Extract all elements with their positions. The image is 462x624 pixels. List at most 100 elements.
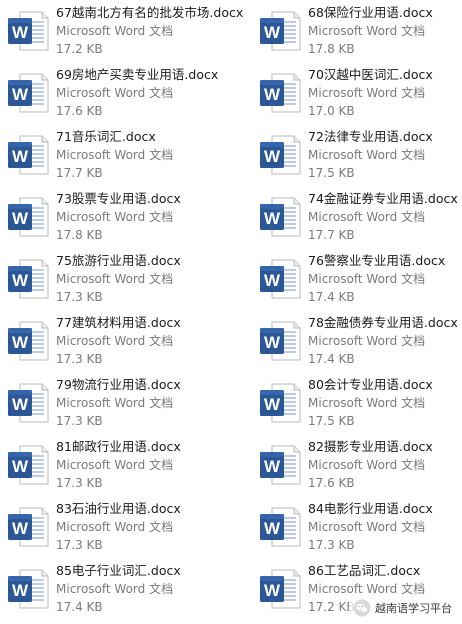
word-document-icon: W — [8, 197, 49, 237]
file-item[interactable]: W 74金融证券专业用语.docx Microsoft Word 文档 17.7… — [252, 186, 462, 248]
word-document-icon: W — [8, 569, 49, 609]
file-name: 80会计专业用语.docx — [308, 377, 433, 392]
file-type: Microsoft Word 文档 — [308, 148, 426, 162]
file-item[interactable]: W 71音乐词汇.docx Microsoft Word 文档 17.7 KB — [0, 124, 252, 186]
file-item[interactable]: W 69房地产买卖专业用语.docx Microsoft Word 文档 17.… — [0, 62, 252, 124]
file-name: 85电子行业词汇.docx — [56, 563, 181, 578]
file-type: Microsoft Word 文档 — [56, 24, 174, 38]
file-type: Microsoft Word 文档 — [56, 396, 174, 410]
file-type: Microsoft Word 文档 — [308, 396, 426, 410]
file-details: 85电子行业词汇.docx Microsoft Word 文档 17.4 KB — [56, 562, 252, 616]
word-document-icon: W — [8, 321, 49, 361]
file-item[interactable]: W 67越南北方有名的批发市场.docx Microsoft Word 文档 1… — [0, 0, 252, 62]
file-item[interactable]: W 73股票专业用语.docx Microsoft Word 文档 17.8 K… — [0, 186, 252, 248]
file-item[interactable]: W 75旅游行业用语.docx Microsoft Word 文档 17.3 K… — [0, 248, 252, 310]
watermark-text: 越南语学习平台 — [375, 602, 452, 615]
svg-text:W: W — [12, 271, 29, 290]
svg-text:W: W — [12, 85, 29, 104]
file-name: 78金融债券专业用语.docx — [308, 315, 458, 330]
file-size: 17.5 KB — [308, 166, 355, 180]
file-size: 17.6 KB — [56, 104, 103, 118]
word-document-icon: W — [260, 383, 301, 423]
file-name: 73股票专业用语.docx — [56, 191, 181, 206]
file-item[interactable]: W 77建筑材料用语.docx Microsoft Word 文档 17.3 K… — [0, 310, 252, 372]
file-details: 68保险行业用语.docx Microsoft Word 文档 17.8 KB — [308, 4, 462, 58]
word-document-icon: W — [8, 11, 49, 51]
file-details: 79物流行业用语.docx Microsoft Word 文档 17.3 KB — [56, 376, 252, 430]
svg-text:W: W — [264, 271, 281, 290]
word-document-icon: W — [260, 569, 301, 609]
svg-text:W: W — [264, 209, 281, 228]
word-document-icon: W — [260, 445, 301, 485]
file-details: 77建筑材料用语.docx Microsoft Word 文档 17.3 KB — [56, 314, 252, 368]
svg-text:W: W — [12, 209, 29, 228]
file-details: 80会计专业用语.docx Microsoft Word 文档 17.5 KB — [308, 376, 462, 430]
word-document-icon: W — [8, 259, 49, 299]
file-name: 86工艺品词汇.docx — [308, 563, 421, 578]
word-document-icon: W — [8, 445, 49, 485]
svg-text:W: W — [12, 581, 29, 600]
file-type: Microsoft Word 文档 — [56, 520, 174, 534]
word-document-icon: W — [8, 73, 49, 113]
file-size: 17.3 KB — [56, 290, 103, 304]
file-details: 71音乐词汇.docx Microsoft Word 文档 17.7 KB — [56, 128, 252, 182]
svg-text:W: W — [12, 519, 29, 538]
file-item[interactable]: W 70汉越中医词汇.docx Microsoft Word 文档 17.0 K… — [252, 62, 462, 124]
file-name: 69房地产买卖专业用语.docx — [56, 67, 219, 82]
file-name: 74金融证券专业用语.docx — [308, 191, 458, 206]
file-type: Microsoft Word 文档 — [308, 210, 426, 224]
file-details: 74金融证券专业用语.docx Microsoft Word 文档 17.7 K… — [308, 190, 462, 244]
file-item[interactable]: W 85电子行业词汇.docx Microsoft Word 文档 17.4 K… — [0, 558, 252, 620]
file-type: Microsoft Word 文档 — [56, 582, 174, 596]
file-size: 17.5 KB — [308, 414, 355, 428]
file-size: 17.4 KB — [308, 290, 355, 304]
file-details: 67越南北方有名的批发市场.docx Microsoft Word 文档 17.… — [56, 4, 252, 58]
svg-text:W: W — [12, 23, 29, 42]
word-document-icon: W — [8, 507, 49, 547]
file-item[interactable]: W 79物流行业用语.docx Microsoft Word 文档 17.3 K… — [0, 372, 252, 434]
wechat-logo-icon — [353, 599, 371, 617]
file-details: 84电影行业用语.docx Microsoft Word 文档 17.3 KB — [308, 500, 462, 554]
svg-text:W: W — [12, 457, 29, 476]
file-details: 83石油行业用语.docx Microsoft Word 文档 17.3 KB — [56, 500, 252, 554]
file-name: 70汉越中医词汇.docx — [308, 67, 433, 82]
file-type: Microsoft Word 文档 — [308, 458, 426, 472]
file-size: 17.7 KB — [308, 228, 355, 242]
file-size: 17.7 KB — [56, 166, 103, 180]
file-item[interactable]: W 82摄影专业用语.docx Microsoft Word 文档 17.6 K… — [252, 434, 462, 496]
file-size: 17.3 KB — [56, 352, 103, 366]
file-name: 71音乐词汇.docx — [56, 129, 156, 144]
file-item[interactable]: W 78金融债券专业用语.docx Microsoft Word 文档 17.4… — [252, 310, 462, 372]
word-document-icon: W — [260, 321, 301, 361]
file-item[interactable]: W 81邮政行业用语.docx Microsoft Word 文档 17.3 K… — [0, 434, 252, 496]
file-item[interactable]: W 72法律专业用语.docx Microsoft Word 文档 17.5 K… — [252, 124, 462, 186]
file-size: 17.8 KB — [308, 42, 355, 56]
file-item[interactable]: W 76警察业专业用语.docx Microsoft Word 文档 17.4 … — [252, 248, 462, 310]
file-type: Microsoft Word 文档 — [308, 86, 426, 100]
svg-text:W: W — [264, 457, 281, 476]
svg-text:W: W — [264, 395, 281, 414]
file-name: 76警察业专业用语.docx — [308, 253, 446, 268]
file-details: 73股票专业用语.docx Microsoft Word 文档 17.8 KB — [56, 190, 252, 244]
file-item[interactable]: W 83石油行业用语.docx Microsoft Word 文档 17.3 K… — [0, 496, 252, 558]
word-document-icon: W — [8, 383, 49, 423]
file-size: 17.3 KB — [56, 414, 103, 428]
file-name: 79物流行业用语.docx — [56, 377, 181, 392]
file-type: Microsoft Word 文档 — [56, 458, 174, 472]
file-type: Microsoft Word 文档 — [56, 272, 174, 286]
file-type: Microsoft Word 文档 — [56, 334, 174, 348]
file-item[interactable]: W 68保险行业用语.docx Microsoft Word 文档 17.8 K… — [252, 0, 462, 62]
file-type: Microsoft Word 文档 — [308, 334, 426, 348]
file-details: 82摄影专业用语.docx Microsoft Word 文档 17.6 KB — [308, 438, 462, 492]
file-item[interactable]: W 80会计专业用语.docx Microsoft Word 文档 17.5 K… — [252, 372, 462, 434]
file-item[interactable]: W 84电影行业用语.docx Microsoft Word 文档 17.3 K… — [252, 496, 462, 558]
file-name: 84电影行业用语.docx — [308, 501, 433, 516]
file-size: 17.3 KB — [56, 538, 103, 552]
file-size: 17.8 KB — [56, 228, 103, 242]
svg-text:W: W — [264, 147, 281, 166]
file-details: 76警察业专业用语.docx Microsoft Word 文档 17.4 KB — [308, 252, 462, 306]
file-name: 75旅游行业用语.docx — [56, 253, 181, 268]
word-document-icon: W — [8, 135, 49, 175]
svg-text:W: W — [264, 85, 281, 104]
svg-text:W: W — [264, 23, 281, 42]
